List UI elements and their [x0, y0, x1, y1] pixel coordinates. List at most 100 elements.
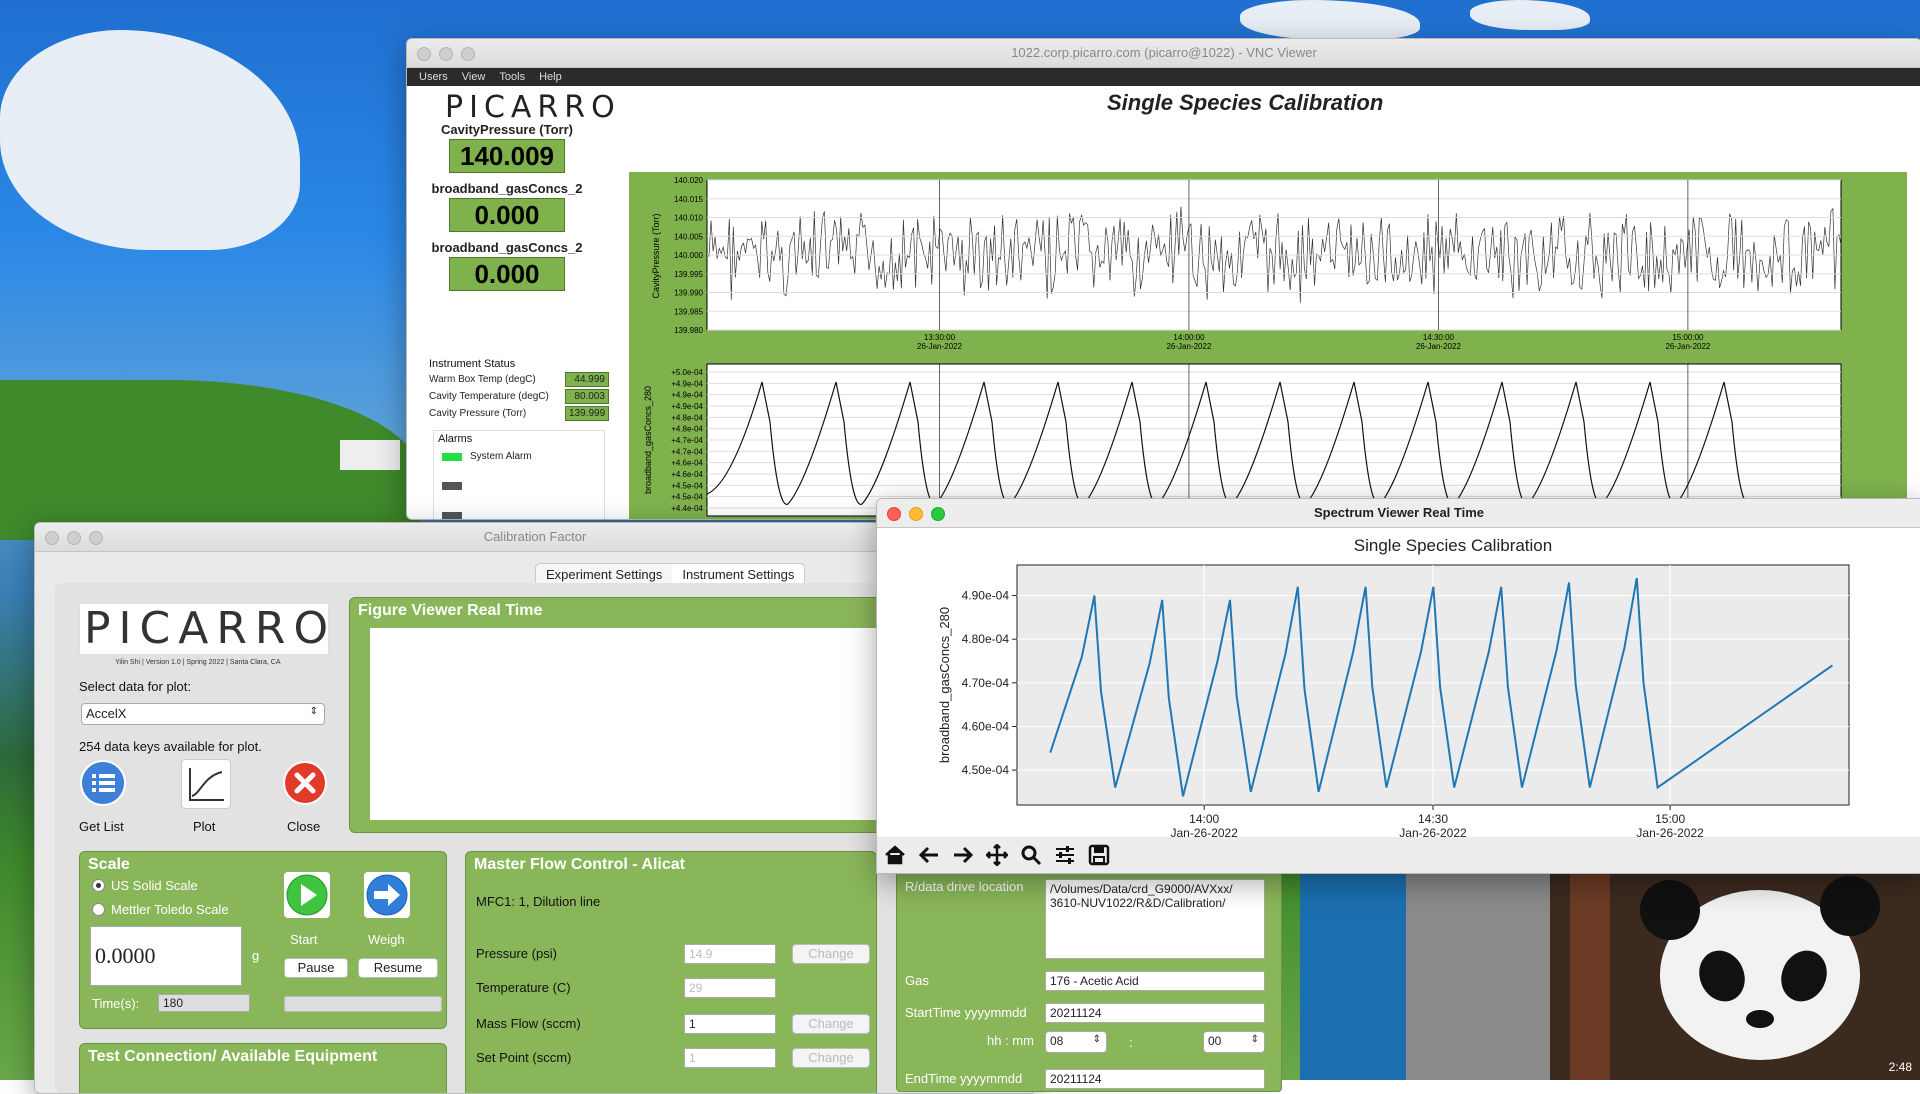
hour-stepper[interactable]: 08 ⇕ — [1045, 1031, 1107, 1053]
x-tick-date: 26-Jan-2022 — [1665, 342, 1710, 351]
tab-instrument-settings[interactable]: Instrument Settings — [672, 564, 805, 585]
zoom-window-button[interactable] — [461, 47, 475, 61]
select-data-label: Select data for plot: — [79, 679, 192, 694]
test-connection-panel: Test Connection/ Available Equipment — [79, 1043, 447, 1093]
close-window-button[interactable] — [417, 47, 431, 61]
line-chart-icon — [189, 768, 224, 801]
close-button[interactable] — [281, 759, 329, 807]
time-input[interactable]: 180 — [158, 994, 250, 1012]
y-tick-label: 139.995 — [674, 270, 703, 279]
start-button[interactable] — [284, 872, 330, 918]
y-tick-label: +4.7e-04 — [671, 436, 703, 445]
window-controls — [45, 531, 103, 545]
snowy-peak — [1240, 0, 1420, 40]
version-credit: Yilin Shi | Version 1.0 | Spring 2022 | … — [115, 659, 281, 666]
x-tick-label: 13:30:00 — [924, 333, 956, 342]
vnc-menubar: Users View Tools Help — [407, 68, 1920, 86]
set-point-label: Set Point (sccm) — [476, 1050, 572, 1065]
scale-option-mettler[interactable]: Mettler Toledo Scale — [92, 902, 229, 917]
start-time-field[interactable]: 20211124 — [1045, 1003, 1265, 1023]
instrument-status: Instrument Status Warm Box Temp (degC) 44… — [429, 358, 609, 423]
close-window-button[interactable] — [45, 531, 59, 545]
status-label: Cavity Temperature (degC) — [429, 391, 549, 402]
y-tick-label: +4.9e-04 — [671, 391, 703, 400]
save-icon[interactable] — [1085, 841, 1113, 869]
data-keys-count: 254 data keys available for plot. — [79, 739, 262, 754]
x-tick-date: Jan-26-2022 — [1399, 826, 1467, 837]
set-point-change-button[interactable]: Change — [792, 1048, 870, 1068]
alarm-row: System Alarm — [442, 451, 596, 462]
y-tick-label: +5.0e-04 — [671, 368, 703, 377]
minimize-window-button[interactable] — [67, 531, 81, 545]
y-tick-label: +4.5e-04 — [671, 481, 703, 490]
zoom-window-button[interactable] — [931, 507, 945, 521]
pressure-change-button[interactable]: Change — [792, 944, 870, 964]
page-title: Single Species Calibration — [1107, 90, 1384, 115]
status-row: Cavity Temperature (degC) 80.003 — [429, 389, 609, 404]
set-point-field[interactable]: 1 — [684, 1048, 776, 1068]
forward-arrow-icon[interactable] — [949, 841, 977, 869]
mass-flow-field[interactable]: 1 — [684, 1014, 776, 1034]
spectrum-viewer-window: Spectrum Viewer Real Time Single Species… — [876, 498, 1920, 874]
gas-field[interactable]: 176 - Acetic Acid — [1045, 971, 1265, 991]
picarro-logo: PICARRO — [445, 90, 621, 125]
spectrum-window-title: Spectrum Viewer Real Time — [1313, 505, 1485, 520]
end-time-field[interactable]: 20211124 — [1045, 1069, 1265, 1089]
minute-stepper[interactable]: 00 ⇕ — [1203, 1031, 1265, 1053]
zoom-icon[interactable] — [1017, 841, 1045, 869]
select-value: AccelX — [86, 706, 127, 721]
spectrum-titlebar: Spectrum Viewer Real Time — [877, 499, 1920, 528]
mass-flow-change-button[interactable]: Change — [792, 1014, 870, 1034]
y-tick-label: +4.8e-04 — [671, 413, 703, 422]
time-label: Time(s): — [92, 996, 140, 1011]
radio-unselected[interactable] — [92, 903, 105, 916]
menu-users[interactable]: Users — [419, 71, 448, 83]
bottom-y-ticks: +5.0e-04 +4.9e-04 +4.9e-04 +4.9e-04 +4.8e-04… — [671, 368, 703, 513]
plot-data-select[interactable]: AccelX ⇕ — [81, 703, 325, 725]
drive-location-field[interactable]: /Volumes/Data/crd_G9000/AVXxx/ 3610-NUV1… — [1045, 879, 1265, 959]
menu-view[interactable]: View — [462, 71, 486, 83]
configure-subplots-icon[interactable] — [1051, 841, 1079, 869]
menu-help[interactable]: Help — [539, 71, 562, 83]
minimize-window-button[interactable] — [909, 507, 923, 521]
get-list-button[interactable] — [79, 759, 127, 807]
alarm-indicator — [442, 452, 462, 461]
minute-value: 00 — [1208, 1034, 1222, 1048]
status-value: 44.999 — [565, 372, 609, 387]
pause-button[interactable]: Pause — [284, 958, 348, 978]
weigh-button[interactable] — [364, 872, 410, 918]
alarms-panel: Alarms System Alarm — [433, 430, 605, 519]
pan-icon[interactable] — [983, 841, 1011, 869]
minimize-window-button[interactable] — [439, 47, 453, 61]
bottom-y-label: broadband_gasConcs_280 — [643, 386, 653, 494]
drive-location-label: R/data drive location — [905, 879, 1024, 894]
plot-label: Plot — [193, 819, 216, 834]
weigh-label: Weigh — [368, 932, 405, 947]
picarro-logo: PICARRO — [84, 603, 337, 654]
zoom-window-button[interactable] — [89, 531, 103, 545]
close-label: Close — [287, 819, 321, 834]
status-value: 139.999 — [565, 406, 609, 421]
get-list-label: Get List — [79, 819, 124, 834]
home-icon[interactable] — [881, 841, 909, 869]
clock: 2:48 — [1888, 1060, 1912, 1074]
panda-ear — [1820, 876, 1880, 936]
radio-selected[interactable] — [92, 879, 105, 892]
tab-experiment-settings[interactable]: Experiment Settings — [536, 564, 672, 585]
x-tick-label: 15:00:00 — [1672, 333, 1704, 342]
play-icon — [286, 874, 328, 916]
vnc-plots: 140.020 140.015 140.010 140.005 140.000 139.9… — [643, 176, 1842, 517]
mfc-title: Master Flow Control - Alicat — [474, 856, 685, 873]
menu-tools[interactable]: Tools — [499, 71, 525, 83]
x-tick-label: 14:00 — [1189, 812, 1219, 826]
readout-value: 0.000 — [449, 198, 565, 232]
close-window-button[interactable] — [887, 507, 901, 521]
y-tick-label: 4.90e-04 — [962, 589, 1010, 603]
scale-option-us-solid[interactable]: US Solid Scale — [92, 878, 198, 893]
plot-button[interactable] — [181, 759, 231, 809]
back-arrow-icon[interactable] — [915, 841, 943, 869]
hour-value: 08 — [1050, 1034, 1064, 1048]
vnc-window-title: 1022.corp.picarro.com (picarro@1022) - V… — [1011, 45, 1317, 60]
top-y-label: CavityPressure (Torr) — [651, 213, 661, 298]
resume-button[interactable]: Resume — [358, 958, 438, 978]
